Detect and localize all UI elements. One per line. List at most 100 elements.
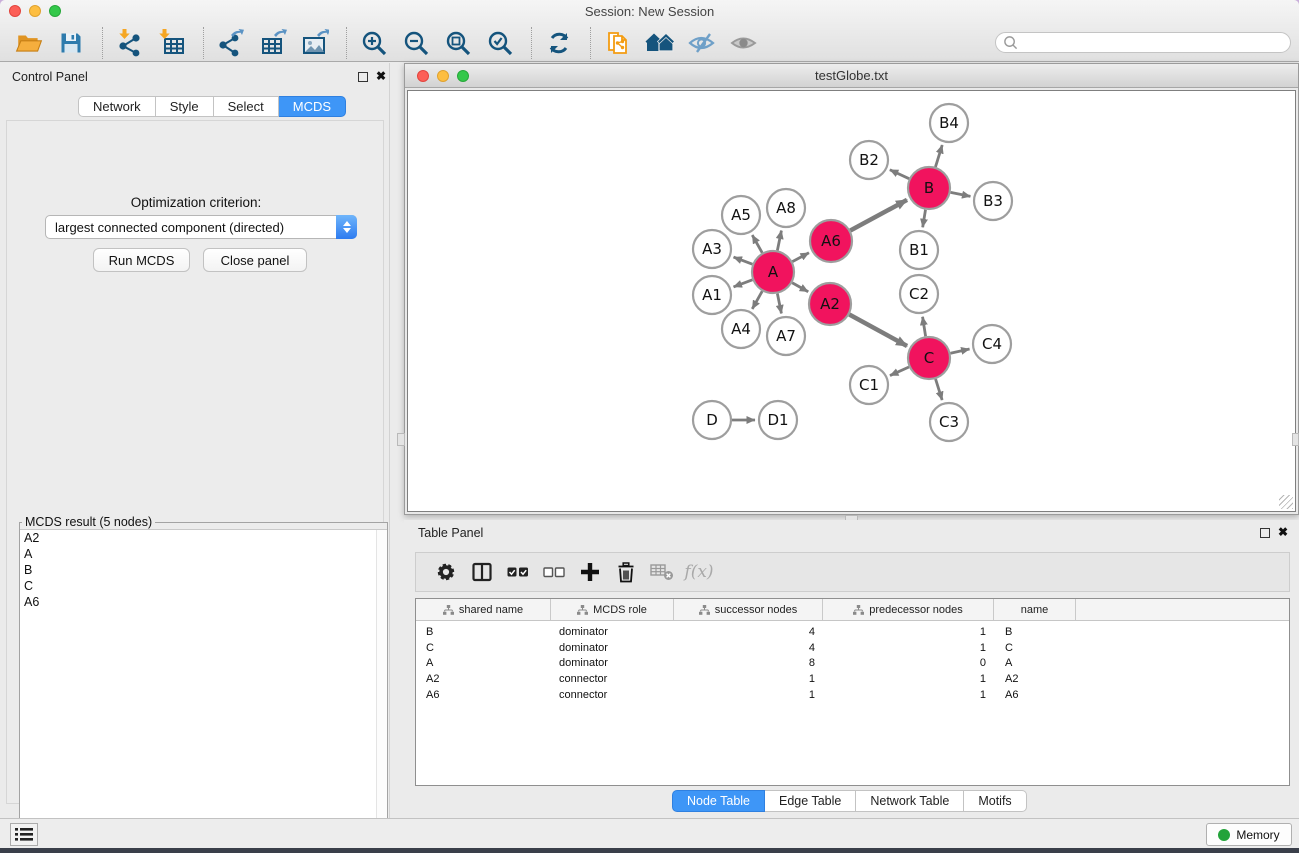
table-cell[interactable]: connector <box>551 671 674 687</box>
title-bar[interactable]: Session: New Session <box>0 0 1299 22</box>
table-settings-button[interactable] <box>432 558 460 586</box>
close-panel-button[interactable]: Close panel <box>203 248 307 272</box>
run-mcds-button[interactable]: Run MCDS <box>93 248 190 272</box>
open-session-button[interactable] <box>14 28 44 58</box>
graph-edge-A-A1[interactable] <box>734 280 753 287</box>
float-panel-icon[interactable] <box>1260 528 1270 538</box>
tab-style[interactable]: Style <box>156 96 214 117</box>
hide-selected-button[interactable] <box>687 28 717 58</box>
show-all-button[interactable] <box>729 28 759 58</box>
tab-node-table[interactable]: Node Table <box>672 790 765 812</box>
mcds-result-item[interactable]: A <box>20 546 387 562</box>
refresh-layout-button[interactable] <box>544 28 574 58</box>
add-column-button[interactable] <box>576 558 604 586</box>
table-cell[interactable]: C <box>416 640 551 656</box>
graph-edge-C-C3[interactable] <box>936 379 943 400</box>
graph-edge-B-B4[interactable] <box>935 145 942 167</box>
zoom-out-button[interactable] <box>401 28 431 58</box>
tab-motifs[interactable]: Motifs <box>964 790 1026 812</box>
table-cell[interactable]: A2 <box>994 671 1076 687</box>
table-cell[interactable]: B <box>416 624 551 640</box>
graph-edge-C-C1[interactable] <box>890 367 909 376</box>
search-input[interactable] <box>1023 36 1290 50</box>
graph-edge-B-B1[interactable] <box>923 210 926 228</box>
table-cell[interactable]: 0 <box>823 656 994 672</box>
home-view-button[interactable] <box>645 28 675 58</box>
import-network-button[interactable] <box>115 28 145 58</box>
table-row[interactable]: Bdominator41B <box>416 624 1289 640</box>
graph-edge-A-A3[interactable] <box>734 257 753 264</box>
column-header-mcds-role[interactable]: MCDS role <box>551 599 674 620</box>
close-panel-icon[interactable]: ✖ <box>376 69 386 83</box>
zoom-fit-button[interactable] <box>443 28 473 58</box>
table-cell[interactable]: A6 <box>994 687 1076 703</box>
window-resize-grip[interactable] <box>1279 495 1293 509</box>
scrollbar-track[interactable] <box>376 530 387 848</box>
mcds-result-item[interactable]: A6 <box>20 594 387 610</box>
graph-edge-B-B3[interactable] <box>951 192 971 196</box>
table-cell[interactable]: 8 <box>674 656 823 672</box>
mcds-result-item[interactable]: B <box>20 562 387 578</box>
delete-table-button[interactable] <box>648 558 676 586</box>
splitter-grip[interactable] <box>1292 433 1299 446</box>
table-row[interactable]: Adominator80A <box>416 656 1289 672</box>
graph-edge-A2-C[interactable] <box>849 315 907 346</box>
tab-network[interactable]: Network <box>78 96 156 117</box>
table-cell[interactable]: 4 <box>674 640 823 656</box>
tab-select[interactable]: Select <box>214 96 279 117</box>
table-cell[interactable]: A <box>416 656 551 672</box>
table-cell[interactable]: 4 <box>674 624 823 640</box>
tab-mcds[interactable]: MCDS <box>279 96 346 117</box>
table-cell[interactable]: A2 <box>416 671 551 687</box>
splitter-grip[interactable] <box>397 433 405 446</box>
zoom-in-button[interactable] <box>359 28 389 58</box>
tab-edge-table[interactable]: Edge Table <box>765 790 856 812</box>
table-cell[interactable]: dominator <box>551 624 674 640</box>
network-canvas[interactable]: B4B2BB3A5A8A6B1A3AC2A1A2A4A7C4CC1C3DD1 <box>407 90 1296 512</box>
memory-button[interactable]: Memory <box>1206 823 1292 846</box>
float-panel-icon[interactable] <box>358 72 368 82</box>
table-cell[interactable]: 1 <box>674 687 823 703</box>
table-cell[interactable]: 1 <box>823 640 994 656</box>
graph-edge-A-A4[interactable] <box>752 291 762 309</box>
task-history-button[interactable] <box>10 823 38 846</box>
export-table-button[interactable] <box>258 28 288 58</box>
graph-edge-A6-B[interactable] <box>850 200 907 231</box>
import-table-button[interactable] <box>157 28 187 58</box>
deselect-all-button[interactable] <box>540 558 568 586</box>
column-header-successor-nodes[interactable]: successor nodes <box>674 599 823 620</box>
mcds-result-item[interactable]: C <box>20 578 387 594</box>
table-cell[interactable]: C <box>994 640 1076 656</box>
graph-edge-A-A6[interactable] <box>792 253 809 262</box>
table-row[interactable]: Cdominator41C <box>416 640 1289 656</box>
save-session-button[interactable] <box>56 28 86 58</box>
delete-column-button[interactable] <box>612 558 640 586</box>
network-window-titlebar[interactable]: testGlobe.txt <box>405 64 1298 88</box>
graph-edge-C-C4[interactable] <box>950 349 969 353</box>
table-cell[interactable]: dominator <box>551 640 674 656</box>
export-network-button[interactable] <box>216 28 246 58</box>
table-cell[interactable]: dominator <box>551 656 674 672</box>
mcds-result-list[interactable]: A2ABCA6 <box>20 529 387 848</box>
table-cell[interactable]: B <box>994 624 1076 640</box>
graph-edge-A-A7[interactable] <box>777 294 781 314</box>
table-cell[interactable]: 1 <box>823 624 994 640</box>
search-field[interactable] <box>995 32 1291 53</box>
table-cell[interactable]: 1 <box>823 671 994 687</box>
split-view-button[interactable] <box>468 558 496 586</box>
table-row[interactable]: A2connector11A2 <box>416 671 1289 687</box>
duplicate-network-button[interactable] <box>603 28 633 58</box>
column-header-shared-name[interactable]: shared name <box>416 599 551 620</box>
column-header-name[interactable]: name <box>994 599 1076 620</box>
graph-edge-A-A5[interactable] <box>752 235 762 253</box>
graph-edge-A-A8[interactable] <box>777 231 781 251</box>
close-panel-icon[interactable]: ✖ <box>1278 525 1288 539</box>
tab-network-table[interactable]: Network Table <box>856 790 964 812</box>
graph-edge-B-B2[interactable] <box>890 170 909 179</box>
column-header-predecessor-nodes[interactable]: predecessor nodes <box>823 599 994 620</box>
zoom-selected-button[interactable] <box>485 28 515 58</box>
graph-edge-A-A2[interactable] <box>792 283 808 292</box>
graph-edge-C-C2[interactable] <box>923 317 926 337</box>
mcds-result-item[interactable]: A2 <box>20 530 387 546</box>
export-image-button[interactable] <box>300 28 330 58</box>
